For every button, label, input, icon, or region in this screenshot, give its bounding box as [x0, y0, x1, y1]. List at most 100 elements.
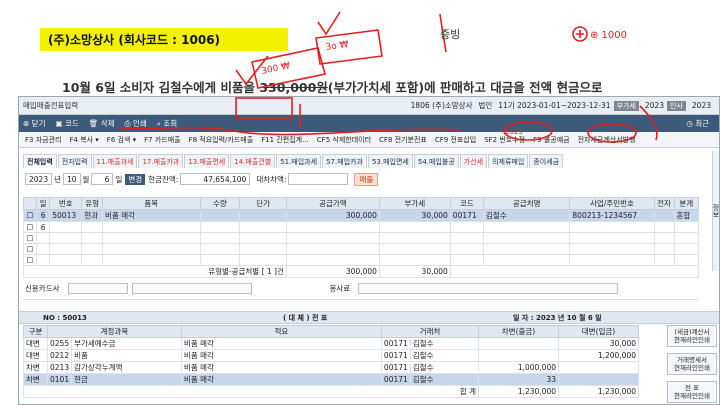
card-name-input[interactable] [131, 282, 252, 294]
search-button[interactable]: ⌕ 조회 [157, 118, 177, 129]
voucher-print-button[interactable]: 전 표 현재라인인쇄 [667, 381, 717, 403]
company-selector[interactable]: 1806 (주)소망상사 [411, 100, 473, 111]
jcell-acct[interactable]: 부가세예수금 [71, 337, 182, 350]
tab-sales-card[interactable]: 17.매출카과 [138, 154, 184, 168]
table-row[interactable]: ☐ [23, 254, 699, 266]
cell-price[interactable] [239, 209, 287, 222]
cell-qty[interactable] [199, 209, 241, 222]
jcell-debit[interactable] [478, 349, 559, 362]
cell-day[interactable]: 6 [35, 209, 51, 222]
tab-purchase-card[interactable]: 57.매입카과 [322, 154, 367, 168]
vat-chip[interactable]: 부가세 [613, 100, 639, 111]
jcell-pcode[interactable]: 00171 [380, 349, 411, 362]
fn-search[interactable]: F6 검색 ▾ [107, 135, 136, 145]
cell-bizno[interactable]: 800213-1234567 [569, 209, 655, 222]
fiscal-period[interactable]: 11기 2023-01-01~2023-12-31 [498, 100, 610, 111]
jcell-partner[interactable]: 김철수 [409, 337, 480, 350]
card-input[interactable] [67, 282, 128, 294]
jcell-div[interactable]: 대변 [23, 349, 48, 362]
fn-copy[interactable]: F4 복사 ▾ [69, 135, 98, 145]
tab-all[interactable]: 전체입력 [23, 154, 57, 168]
sales-button[interactable]: 매출 [354, 172, 379, 186]
jcell-partner[interactable]: 김철수 [409, 349, 480, 362]
recent-button[interactable]: ◷ 최근 [686, 118, 709, 129]
fn-einvoice[interactable]: 전자세금계산서발행 [578, 135, 636, 145]
fn-insert[interactable]: CF9 전표삽입 [435, 135, 476, 145]
cell-no[interactable]: 50013 [49, 209, 83, 222]
day-input[interactable]: 6 [91, 173, 114, 185]
table-row[interactable]: ☐ [23, 243, 699, 255]
jcell-desc[interactable]: 비품 매각 [180, 337, 382, 350]
fn-summary[interactable]: F8 적요입력/카드매출 [189, 135, 254, 145]
row-checkbox[interactable]: ☐ [23, 209, 37, 222]
tab-deemed[interactable]: 의제류매입 [488, 154, 529, 168]
invoice-print-button[interactable]: (세금)계산서 현재라인인쇄 [667, 325, 717, 347]
tab-sales-taxable[interactable]: 11.매출과세 [92, 154, 138, 168]
hr-chip[interactable]: 인사 [667, 100, 686, 111]
cell-vendor[interactable]: 김철수 [483, 209, 571, 222]
info-side-tab[interactable]: 정보 [712, 151, 719, 271]
cell-day[interactable]: 6 [35, 221, 51, 233]
code-button[interactable]: ▣ 코드 [55, 118, 78, 129]
jcell-pcode[interactable]: 00171 [380, 373, 411, 386]
tab-electronic[interactable]: 전자입력 [57, 154, 92, 168]
change-button[interactable]: 변경 [125, 173, 146, 185]
jcell-partner[interactable]: 김철수 [409, 361, 480, 374]
cell-supply[interactable]: 300,000 [285, 209, 380, 222]
tab-sales-exempt[interactable]: 13.매출면세 [184, 154, 230, 168]
cell-item[interactable]: 비품 매각 [102, 209, 201, 222]
year-input[interactable]: 2023 [25, 173, 53, 185]
fn-deleted[interactable]: CF5 삭제한데이터 [317, 135, 371, 145]
tab-purchase-taxable[interactable]: 51.매입과세 [276, 154, 322, 168]
close-button[interactable]: ⊗ 닫기 [23, 118, 45, 129]
delete-button[interactable]: 🗑 삭제 [89, 118, 115, 129]
table-row[interactable]: ☐ 6 [23, 221, 699, 233]
jcell-acct[interactable]: 비품 [71, 349, 182, 362]
cell-journal[interactable]: 혼합 [673, 209, 699, 222]
jcell-div[interactable]: 차변 [23, 361, 48, 374]
cell-e[interactable] [653, 209, 675, 222]
jcell-desc[interactable]: 비품 매각 [180, 349, 382, 362]
jcell-div[interactable]: 대변 [23, 337, 48, 350]
fn-fund[interactable]: F3 자금관리 [25, 135, 61, 145]
jcell-partner[interactable]: 김철수 [409, 373, 480, 386]
jcell-debit[interactable] [478, 337, 559, 350]
month-select[interactable]: 10 [63, 173, 81, 185]
journal-row[interactable]: 대변 0255 부가세예수금 비품 매각 00171 김철수 30,000 [23, 337, 639, 350]
jcell-code[interactable]: 0212 [46, 349, 73, 362]
jcell-debit[interactable]: 33 [478, 373, 559, 386]
jcell-code[interactable]: 0101 [46, 373, 73, 386]
tab-purchase-exempt[interactable]: 53.매입면세 [367, 154, 413, 168]
fn-card[interactable]: F7 카드매출 [144, 135, 180, 145]
fn-simple[interactable]: F11 간편집계... [261, 135, 309, 145]
row-checkbox[interactable]: ☐ [23, 221, 37, 233]
tab-paper[interactable]: 종이세금 [529, 154, 564, 168]
tab-sales-case[interactable]: 14.매출건별 [230, 154, 276, 168]
jcell-pcode[interactable]: 00171 [380, 361, 411, 374]
journal-row[interactable]: 차변 0213 감가상각누계액 비품 매각 00171 김철수 1,000,00… [23, 361, 639, 374]
jcell-code[interactable]: 0213 [46, 361, 73, 374]
jcell-desc[interactable]: 비품 매각 [180, 373, 382, 386]
jcell-acct[interactable]: 현금 [71, 373, 182, 386]
jcell-credit[interactable] [558, 361, 639, 374]
jcell-debit[interactable]: 1,000,000 [478, 361, 559, 374]
fn-prior[interactable]: CF8 전기분전표 [379, 135, 427, 145]
tab-penalty[interactable]: 가산세 [459, 154, 488, 168]
jcell-pcode[interactable]: 00171 [380, 337, 411, 350]
table-row[interactable]: ☐ [23, 232, 699, 244]
jcell-credit[interactable] [558, 373, 639, 386]
jcell-div[interactable]: 차변 [23, 373, 48, 386]
fn-deposit[interactable]: F9 불공예금 [533, 135, 569, 145]
jcell-credit[interactable]: 30,000 [558, 337, 639, 350]
jcell-acct[interactable]: 감가상각누계액 [71, 361, 182, 374]
cell-type[interactable]: 현과 [81, 209, 104, 222]
tab-purchase-nondeduct[interactable]: 54.매입불공 [413, 154, 459, 168]
statement-print-button[interactable]: 거래명세서 현재라인인쇄 [667, 353, 717, 375]
journal-row[interactable]: 대변 0212 비품 비품 매각 00171 김철수 1,200,000 [23, 349, 639, 362]
jcell-credit[interactable]: 1,200,000 [558, 349, 639, 362]
journal-row[interactable]: 차변 0101 현금 비품 매각 00171 김철수 33 [23, 373, 639, 386]
cell-code[interactable]: 00171 [449, 209, 485, 222]
jcell-code[interactable]: 0255 [46, 337, 73, 350]
jcell-desc[interactable]: 비품 매각 [180, 361, 382, 374]
service-input[interactable] [358, 282, 619, 294]
